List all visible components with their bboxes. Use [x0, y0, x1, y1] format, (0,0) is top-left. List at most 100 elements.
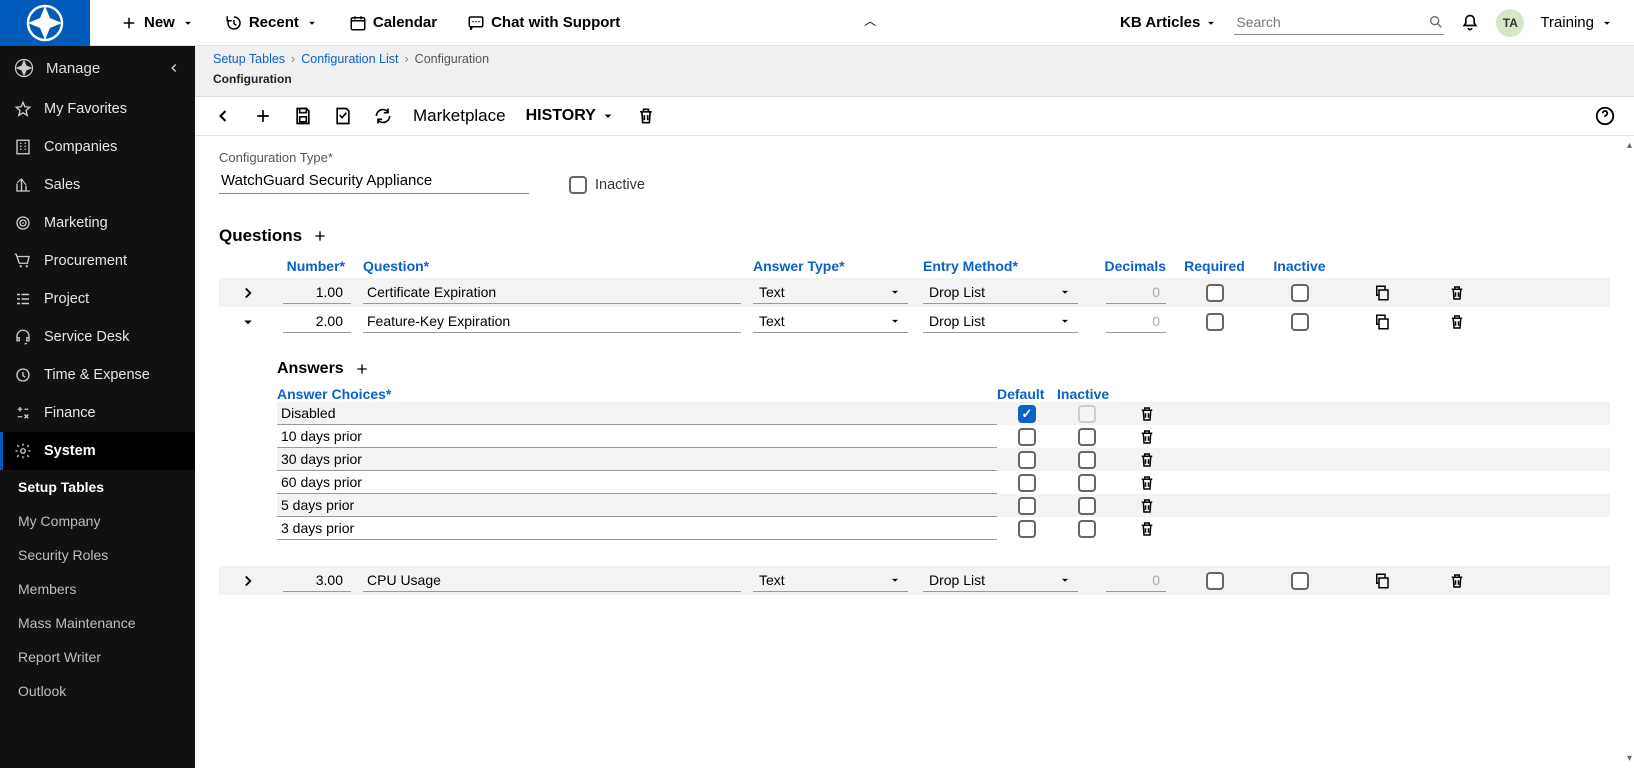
delete-button[interactable]: [636, 106, 656, 126]
col-answer-choices[interactable]: Answer Choices*: [277, 386, 997, 402]
sidebar-subitem-members[interactable]: Members: [0, 572, 195, 606]
entry-method-select[interactable]: Drop List: [923, 310, 1078, 333]
answer-choice-input[interactable]: 30 days prior: [277, 448, 997, 471]
sidebar-item-companies[interactable]: Companies: [0, 128, 195, 166]
delete-answer-button[interactable]: [1117, 451, 1177, 469]
inactive-checkbox[interactable]: [1078, 474, 1096, 492]
delete-answer-button[interactable]: [1117, 428, 1177, 446]
col-question[interactable]: Question*: [357, 254, 747, 278]
inactive-checkbox[interactable]: [569, 176, 587, 194]
col-number[interactable]: Number*: [277, 254, 357, 278]
add-button[interactable]: [253, 106, 273, 126]
search-input[interactable]: [1234, 10, 1428, 34]
inactive-checkbox[interactable]: [1078, 428, 1096, 446]
back-button[interactable]: [213, 106, 233, 126]
col-inactive[interactable]: Inactive: [1057, 386, 1117, 402]
sidebar-subitem-report-writer[interactable]: Report Writer: [0, 640, 195, 674]
col-inactive[interactable]: Inactive: [1257, 254, 1342, 278]
delete-row-button[interactable]: [1422, 310, 1492, 334]
expand-row-button[interactable]: [219, 569, 277, 593]
question-input[interactable]: Certificate Expiration: [363, 281, 741, 304]
answer-choice-input[interactable]: Disabled: [277, 402, 997, 425]
add-answer-button[interactable]: [354, 361, 370, 377]
config-type-input[interactable]: [219, 168, 529, 194]
required-checkbox[interactable]: [1206, 313, 1224, 331]
inactive-checkbox[interactable]: [1291, 313, 1309, 331]
inactive-checkbox[interactable]: [1078, 520, 1096, 538]
sidebar-item-procurement[interactable]: Procurement: [0, 242, 195, 280]
search-field[interactable]: [1234, 10, 1444, 35]
refresh-button[interactable]: [373, 106, 393, 126]
sidebar-subitem-outlook[interactable]: Outlook: [0, 674, 195, 708]
app-logo[interactable]: [0, 0, 90, 46]
decimals-input[interactable]: 0: [1106, 281, 1166, 304]
scrollbar[interactable]: ▴ ▾: [1620, 136, 1634, 768]
save-close-button[interactable]: [333, 106, 353, 126]
calendar-link[interactable]: Calendar: [349, 14, 437, 32]
inactive-checkbox[interactable]: [1291, 284, 1309, 302]
sidebar-item-service-desk[interactable]: Service Desk: [0, 318, 195, 356]
number-input[interactable]: 3.00: [283, 569, 351, 592]
expand-row-button[interactable]: [219, 281, 277, 305]
marketplace-link[interactable]: Marketplace: [413, 106, 506, 126]
col-required[interactable]: Required: [1172, 254, 1257, 278]
recent-menu[interactable]: Recent: [225, 14, 319, 32]
scroll-down-icon[interactable]: ▾: [1627, 753, 1632, 764]
inactive-checkbox[interactable]: [1078, 451, 1096, 469]
default-checkbox[interactable]: [1018, 451, 1036, 469]
default-checkbox[interactable]: [1018, 474, 1036, 492]
number-input[interactable]: 1.00: [283, 281, 351, 304]
sidebar-subitem-security-roles[interactable]: Security Roles: [0, 538, 195, 572]
copy-row-button[interactable]: [1342, 310, 1422, 334]
notifications-button[interactable]: [1460, 13, 1480, 33]
delete-row-button[interactable]: [1422, 281, 1492, 305]
crumb-configuration-list[interactable]: Configuration List: [301, 52, 398, 66]
col-default[interactable]: Default: [997, 386, 1057, 402]
expand-row-button[interactable]: [219, 310, 277, 334]
new-menu[interactable]: New: [120, 14, 195, 32]
kb-articles-menu[interactable]: KB Articles: [1120, 14, 1218, 31]
expand-handle-icon[interactable]: ︿: [864, 12, 876, 29]
sidebar-subitem-setup-tables[interactable]: Setup Tables: [0, 470, 195, 504]
user-menu[interactable]: Training: [1540, 14, 1614, 31]
user-avatar[interactable]: TA: [1496, 9, 1524, 37]
question-input[interactable]: Feature-Key Expiration: [363, 310, 741, 333]
required-checkbox[interactable]: [1206, 284, 1224, 302]
copy-row-button[interactable]: [1342, 281, 1422, 305]
col-entry-method[interactable]: Entry Method*: [917, 254, 1087, 278]
delete-answer-button[interactable]: [1117, 520, 1177, 538]
add-question-button[interactable]: [312, 228, 328, 244]
help-button[interactable]: [1594, 105, 1616, 127]
col-decimals[interactable]: Decimals: [1087, 254, 1172, 278]
default-checkbox[interactable]: [1018, 405, 1036, 423]
delete-answer-button[interactable]: [1117, 497, 1177, 515]
entry-method-select[interactable]: Drop List: [923, 569, 1078, 592]
answer-choice-input[interactable]: 3 days prior: [277, 517, 997, 540]
save-button[interactable]: [293, 106, 313, 126]
answer-choice-input[interactable]: 5 days prior: [277, 494, 997, 517]
sidebar-item-finance[interactable]: Finance: [0, 394, 195, 432]
default-checkbox[interactable]: [1018, 520, 1036, 538]
delete-answer-button[interactable]: [1117, 405, 1177, 423]
inactive-toggle[interactable]: Inactive: [569, 176, 645, 194]
answer-type-select[interactable]: Text: [753, 281, 908, 304]
required-checkbox[interactable]: [1206, 572, 1224, 590]
sidebar-subitem-my-company[interactable]: My Company: [0, 504, 195, 538]
sidebar-item-my-favorites[interactable]: My Favorites: [0, 90, 195, 128]
inactive-checkbox[interactable]: [1291, 572, 1309, 590]
delete-answer-button[interactable]: [1117, 474, 1177, 492]
default-checkbox[interactable]: [1018, 428, 1036, 446]
question-input[interactable]: CPU Usage: [363, 569, 741, 592]
delete-row-button[interactable]: [1422, 569, 1492, 593]
answer-choice-input[interactable]: 60 days prior: [277, 471, 997, 494]
collapse-sidebar-icon[interactable]: [167, 61, 181, 75]
inactive-checkbox[interactable]: [1078, 497, 1096, 515]
sidebar-item-system[interactable]: System: [0, 432, 195, 470]
sidebar-subitem-mass-maintenance[interactable]: Mass Maintenance: [0, 606, 195, 640]
search-icon[interactable]: [1428, 14, 1444, 30]
number-input[interactable]: 2.00: [283, 310, 351, 333]
sidebar-item-marketing[interactable]: Marketing: [0, 204, 195, 242]
entry-method-select[interactable]: Drop List: [923, 281, 1078, 304]
copy-row-button[interactable]: [1342, 569, 1422, 593]
answer-type-select[interactable]: Text: [753, 310, 908, 333]
